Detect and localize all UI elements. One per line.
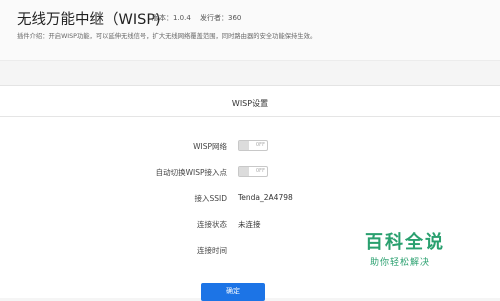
toggle-knob [239,167,249,176]
ssid-label: 接入SSID [194,194,227,203]
toggle-state-text: OFF [255,168,265,174]
plugin-developer: 发行者：360 [200,14,242,22]
plugin-version: 版本：1.0.4 [152,14,191,22]
toggle-state-text: OFF [255,142,265,148]
section-title: WISP设置 [231,99,269,108]
watermark: 百科全说 助你轻松解决 [365,228,465,268]
toggle-knob [239,141,249,150]
auto-switch-label: 自动切换WISP接入点 [155,168,227,177]
wisp-network-toggle[interactable]: OFF [238,140,268,151]
plugin-title: 无线万能中继（WISP) [17,12,161,28]
plugin-description: 插件介绍：开启WISP功能，可以延伸无线信号，扩大无线网络覆盖范围，同时路由器的… [17,33,317,40]
wisp-network-label: WISP网络 [193,142,227,151]
ssid-value: Tenda_2A4798 [238,193,293,202]
plugin-header: 无线万能中继（WISP) 版本：1.0.4 发行者：360 插件介绍：开启WIS… [0,0,500,61]
connection-status-value: 未连接 [238,220,261,229]
connection-time-label: 连接时间 [197,246,227,255]
watermark-tagline: 助你轻松解决 [370,258,431,268]
auto-switch-toggle[interactable]: OFF [238,166,268,177]
watermark-logo: 百科全说 [365,232,445,253]
confirm-button[interactable]: 确定 [201,283,265,301]
section-divider [0,116,500,117]
connection-status-label: 连接状态 [197,220,227,229]
